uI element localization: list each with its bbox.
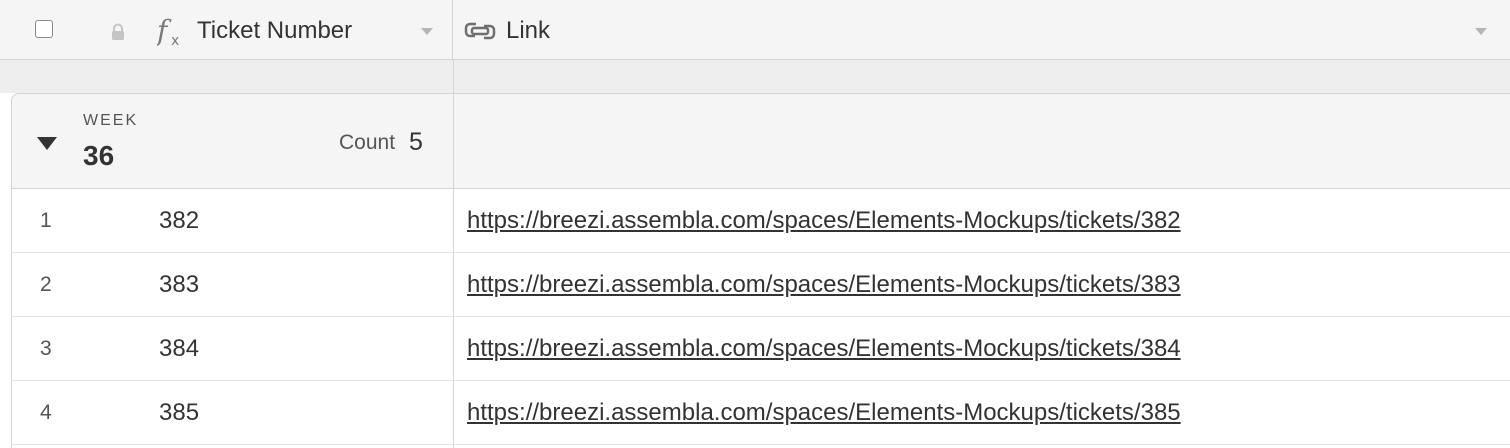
column-divider bbox=[453, 189, 454, 253]
group-value: 36 bbox=[83, 140, 115, 171]
ticket-link[interactable]: https://breezi.assembla.com/spaces/Eleme… bbox=[467, 335, 1181, 363]
table-row[interactable]: 4 385 https://breezi.assembla.com/spaces… bbox=[11, 381, 1510, 445]
group-header[interactable]: WEEK 36 Count 5 bbox=[11, 93, 1510, 189]
chevron-down-icon[interactable] bbox=[1475, 28, 1487, 35]
svg-text:x: x bbox=[171, 33, 179, 48]
ticket-link[interactable]: https://breezi.assembla.com/spaces/Eleme… bbox=[467, 207, 1181, 235]
ticket-number-cell[interactable]: 384 bbox=[159, 335, 199, 363]
ticket-number-cell[interactable]: 383 bbox=[159, 271, 199, 299]
table-row[interactable]: 3 384 https://breezi.assembla.com/spaces… bbox=[11, 317, 1510, 381]
column-divider bbox=[453, 94, 454, 188]
column-divider bbox=[453, 60, 454, 93]
grid-view: f x Ticket Number Link WEEK 36 Count 5 1… bbox=[0, 0, 1510, 448]
row-number: 1 bbox=[40, 209, 52, 232]
ticket-number-column-header[interactable]: f x Ticket Number bbox=[0, 0, 453, 60]
group-count-label: Count bbox=[339, 131, 396, 154]
column-divider bbox=[453, 317, 454, 381]
svg-text:f: f bbox=[157, 14, 172, 47]
ticket-link[interactable]: https://breezi.assembla.com/spaces/Eleme… bbox=[467, 271, 1181, 299]
column-divider bbox=[453, 381, 454, 445]
chevron-down-icon[interactable] bbox=[421, 28, 433, 35]
column-divider bbox=[453, 253, 454, 317]
collapse-triangle-icon[interactable] bbox=[37, 137, 57, 150]
ticket-link[interactable]: https://breezi.assembla.com/spaces/Eleme… bbox=[467, 399, 1181, 427]
group-count-value: 5 bbox=[409, 128, 423, 156]
link-column-header[interactable]: Link bbox=[453, 0, 1510, 60]
row-number: 3 bbox=[40, 337, 52, 360]
row-number: 2 bbox=[40, 273, 52, 296]
ticket-number-cell[interactable]: 382 bbox=[159, 207, 199, 235]
table-row[interactable]: 2 383 https://breezi.assembla.com/spaces… bbox=[11, 253, 1510, 317]
record-rows: 1 382 https://breezi.assembla.com/spaces… bbox=[11, 189, 1510, 448]
ticket-number-column-title: Ticket Number bbox=[197, 17, 353, 44]
ticket-number-cell[interactable]: 385 bbox=[159, 399, 199, 427]
column-header-row: f x Ticket Number Link bbox=[0, 0, 1510, 60]
select-all-checkbox[interactable] bbox=[35, 20, 53, 38]
formula-fx-icon: f x bbox=[157, 14, 179, 48]
url-link-icon bbox=[464, 22, 496, 40]
group-field-label: WEEK bbox=[83, 112, 139, 129]
header-spacer bbox=[0, 60, 1510, 93]
table-row[interactable]: 1 382 https://breezi.assembla.com/spaces… bbox=[11, 189, 1510, 253]
link-column-title: Link bbox=[506, 17, 551, 44]
lock-icon bbox=[112, 23, 124, 40]
row-number: 4 bbox=[40, 401, 52, 424]
